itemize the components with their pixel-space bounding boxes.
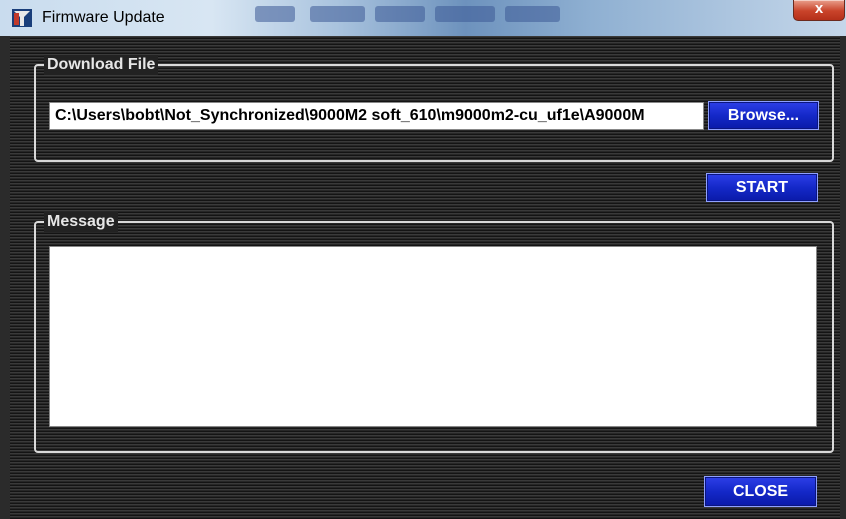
app-logo-icon bbox=[12, 9, 32, 27]
message-group: Message bbox=[34, 212, 834, 453]
firmware-update-window: Firmware Update x Download File C:\Users… bbox=[0, 0, 846, 519]
window-close-button[interactable]: x bbox=[793, 0, 845, 21]
file-path-input[interactable]: C:\Users\bobt\Not_Synchronized\9000M2 so… bbox=[49, 102, 704, 130]
window-title: Firmware Update bbox=[42, 9, 165, 26]
close-icon: x bbox=[814, 0, 824, 17]
blurred-taskbar-area bbox=[310, 6, 365, 22]
close-button[interactable]: CLOSE bbox=[704, 476, 817, 507]
blurred-taskbar-area bbox=[375, 6, 425, 22]
blurred-taskbar-area bbox=[435, 6, 495, 22]
browse-button[interactable]: Browse... bbox=[708, 101, 819, 130]
title-bar[interactable]: Firmware Update x bbox=[0, 0, 846, 36]
start-button[interactable]: START bbox=[706, 173, 818, 202]
message-textarea[interactable] bbox=[49, 246, 817, 427]
message-legend: Message bbox=[44, 212, 118, 232]
blurred-taskbar-area bbox=[255, 6, 295, 22]
download-file-legend: Download File bbox=[44, 55, 159, 75]
blurred-taskbar-area bbox=[505, 6, 560, 22]
download-file-group: Download File C:\Users\bobt\Not_Synchron… bbox=[34, 55, 834, 162]
client-area: Download File C:\Users\bobt\Not_Synchron… bbox=[10, 36, 840, 519]
